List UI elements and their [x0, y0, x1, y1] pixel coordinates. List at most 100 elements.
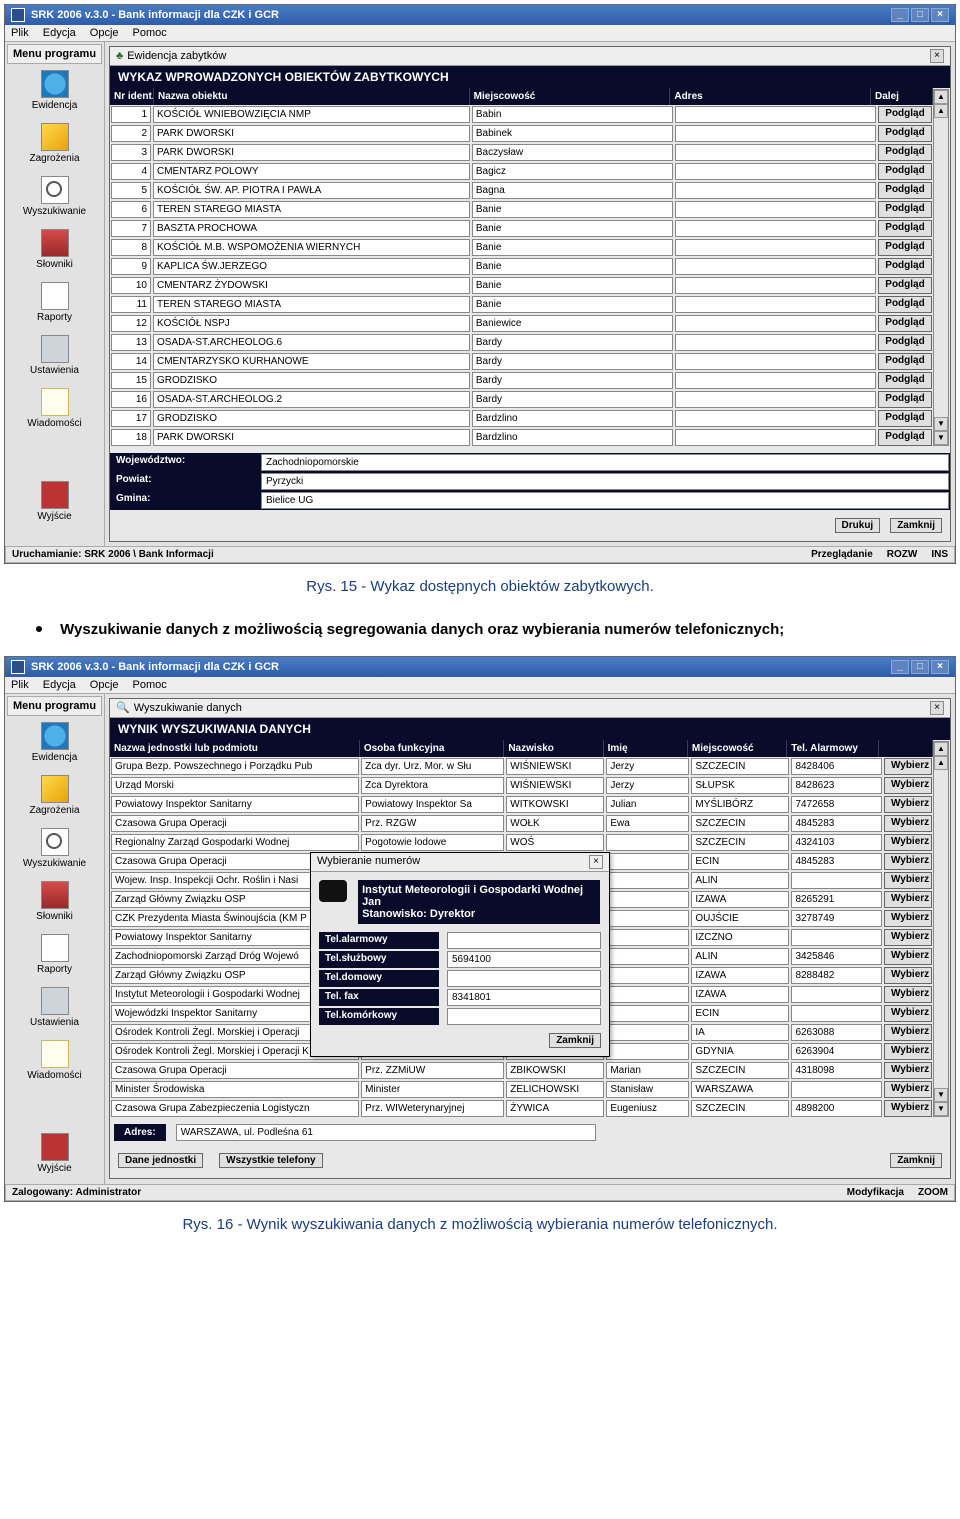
wybierz-button[interactable]: Wybierz	[884, 967, 932, 984]
podglad-button[interactable]: Podgląd	[878, 144, 932, 161]
cell-nazwa: GRODZISKO	[153, 372, 470, 389]
podglad-button[interactable]: Podgląd	[878, 106, 932, 123]
cell-adres	[675, 334, 876, 351]
menu-opcje[interactable]: Opcje	[90, 27, 119, 39]
subwin-close-button[interactable]: ×	[930, 701, 944, 715]
podglad-button[interactable]: Podgląd	[878, 296, 932, 313]
dane-jednostki-button[interactable]: Dane jednostki	[118, 1153, 203, 1168]
podglad-button[interactable]: Podgląd	[878, 220, 932, 237]
scroll-down-icon[interactable]: ▼	[934, 417, 948, 431]
menu-pomoc[interactable]: Pomoc	[133, 679, 167, 691]
wybierz-button[interactable]: Wybierz	[884, 948, 932, 965]
scroll-up-icon[interactable]: ▲	[934, 104, 948, 118]
scroll-top-icon[interactable]: ▲	[934, 90, 948, 104]
podglad-button[interactable]: Podgląd	[878, 258, 932, 275]
cell-id: 6	[111, 201, 151, 218]
wybierz-button[interactable]: Wybierz	[884, 796, 932, 813]
sidebar-item-wyszukiwanie[interactable]: Wyszukiwanie	[7, 822, 102, 875]
menu-opcje[interactable]: Opcje	[90, 679, 119, 691]
podglad-button[interactable]: Podgląd	[878, 163, 932, 180]
wybierz-button[interactable]: Wybierz	[884, 986, 932, 1003]
sidebar-item-ewidencja[interactable]: Ewidencja	[7, 64, 102, 117]
sidebar-item-wyjscie[interactable]: Wyjście	[7, 1127, 102, 1180]
podglad-button[interactable]: Podgląd	[878, 239, 932, 256]
menu-pomoc[interactable]: Pomoc	[133, 27, 167, 39]
wybierz-button[interactable]: Wybierz	[884, 872, 932, 889]
scroll-up-icon[interactable]: ▲	[934, 756, 948, 770]
zamknij-button[interactable]: Zamknij	[890, 518, 942, 533]
cell-adres	[675, 277, 876, 294]
sidebar-item-ewidencja[interactable]: Ewidencja	[7, 716, 102, 769]
podglad-button[interactable]: Podgląd	[878, 372, 932, 389]
sidebar-item-wyszukiwanie[interactable]: Wyszukiwanie	[7, 170, 102, 223]
vertical-scrollbar[interactable]: ▲ ▲ ▼ ▼	[933, 741, 949, 1117]
wybierz-button[interactable]: Wybierz	[884, 1043, 932, 1060]
menu-edycja[interactable]: Edycja	[43, 27, 76, 39]
sidebar-item-raporty[interactable]: Raporty	[7, 276, 102, 329]
podglad-button[interactable]: Podgląd	[878, 429, 932, 446]
popup-zamknij-button[interactable]: Zamknij	[549, 1033, 601, 1048]
menu-edycja[interactable]: Edycja	[43, 679, 76, 691]
wybierz-button[interactable]: Wybierz	[884, 758, 932, 775]
phone-field-value[interactable]	[447, 970, 601, 987]
scroll-top-icon[interactable]: ▲	[934, 742, 948, 756]
podglad-button[interactable]: Podgląd	[878, 201, 932, 218]
podglad-button[interactable]: Podgląd	[878, 182, 932, 199]
phone-field-value[interactable]	[447, 1008, 601, 1025]
vertical-scrollbar[interactable]: ▲ ▲ ▼ ▼	[933, 89, 949, 446]
sidebar-item-ustawienia[interactable]: Ustawienia	[7, 981, 102, 1034]
zamknij-button[interactable]: Zamknij	[890, 1153, 942, 1168]
status-text: Uruchamianie: SRK 2006 \ Bank Informacji	[12, 549, 214, 560]
podglad-button[interactable]: Podgląd	[878, 391, 932, 408]
wybierz-button[interactable]: Wybierz	[884, 1100, 932, 1117]
scroll-bottom-icon[interactable]: ▼	[934, 431, 948, 445]
wybierz-button[interactable]: Wybierz	[884, 929, 932, 946]
podglad-button[interactable]: Podgląd	[878, 277, 932, 294]
podglad-button[interactable]: Podgląd	[878, 410, 932, 427]
phone-field-row: Tel.alarmowy	[319, 932, 601, 949]
close-button[interactable]: ×	[931, 8, 949, 22]
sidebar-item-slowniki[interactable]: Słowniki	[7, 875, 102, 928]
sidebar-item-wyjscie[interactable]: Wyjście	[7, 475, 102, 528]
max-button[interactable]: □	[911, 8, 929, 22]
menu-plik[interactable]: Plik	[11, 679, 29, 691]
phone-field-value[interactable]: 8341801	[447, 989, 601, 1006]
min-button[interactable]: _	[891, 8, 909, 22]
wybierz-button[interactable]: Wybierz	[884, 910, 932, 927]
scroll-down-icon[interactable]: ▼	[934, 1088, 948, 1102]
close-button[interactable]: ×	[931, 660, 949, 674]
scroll-track[interactable]	[934, 118, 948, 417]
podglad-button[interactable]: Podgląd	[878, 353, 932, 370]
wybierz-button[interactable]: Wybierz	[884, 777, 932, 794]
sidebar-item-wiadomosci[interactable]: Wiadomości	[7, 1034, 102, 1087]
phone-field-value[interactable]: 5694100	[447, 951, 601, 968]
scroll-track[interactable]	[934, 770, 948, 1088]
sidebar-item-wiadomosci[interactable]: Wiadomości	[7, 382, 102, 435]
wszystkie-telefony-button[interactable]: Wszystkie telefony	[219, 1153, 322, 1168]
sidebar-item-zagrozenia[interactable]: Zagrożenia	[7, 117, 102, 170]
menu-plik[interactable]: Plik	[11, 27, 29, 39]
wybierz-button[interactable]: Wybierz	[884, 815, 932, 832]
wybierz-button[interactable]: Wybierz	[884, 891, 932, 908]
sidebar-item-ustawienia[interactable]: Ustawienia	[7, 329, 102, 382]
drukuj-button[interactable]: Drukuj	[835, 518, 881, 533]
max-button[interactable]: □	[911, 660, 929, 674]
sidebar-item-raporty[interactable]: Raporty	[7, 928, 102, 981]
wybierz-button[interactable]: Wybierz	[884, 834, 932, 851]
phone-field-value[interactable]	[447, 932, 601, 949]
min-button[interactable]: _	[891, 660, 909, 674]
wybierz-button[interactable]: Wybierz	[884, 853, 932, 870]
wybierz-button[interactable]: Wybierz	[884, 1024, 932, 1041]
cell-id: 8	[111, 239, 151, 256]
sidebar-item-zagrozenia[interactable]: Zagrożenia	[7, 769, 102, 822]
podglad-button[interactable]: Podgląd	[878, 334, 932, 351]
podglad-button[interactable]: Podgląd	[878, 315, 932, 332]
podglad-button[interactable]: Podgląd	[878, 125, 932, 142]
subwin-close-button[interactable]: ×	[930, 49, 944, 63]
popup-close-button[interactable]: ×	[589, 855, 603, 869]
sidebar-item-slowniki[interactable]: Słowniki	[7, 223, 102, 276]
scroll-bottom-icon[interactable]: ▼	[934, 1102, 948, 1116]
wybierz-button[interactable]: Wybierz	[884, 1081, 932, 1098]
wybierz-button[interactable]: Wybierz	[884, 1005, 932, 1022]
wybierz-button[interactable]: Wybierz	[884, 1062, 932, 1079]
